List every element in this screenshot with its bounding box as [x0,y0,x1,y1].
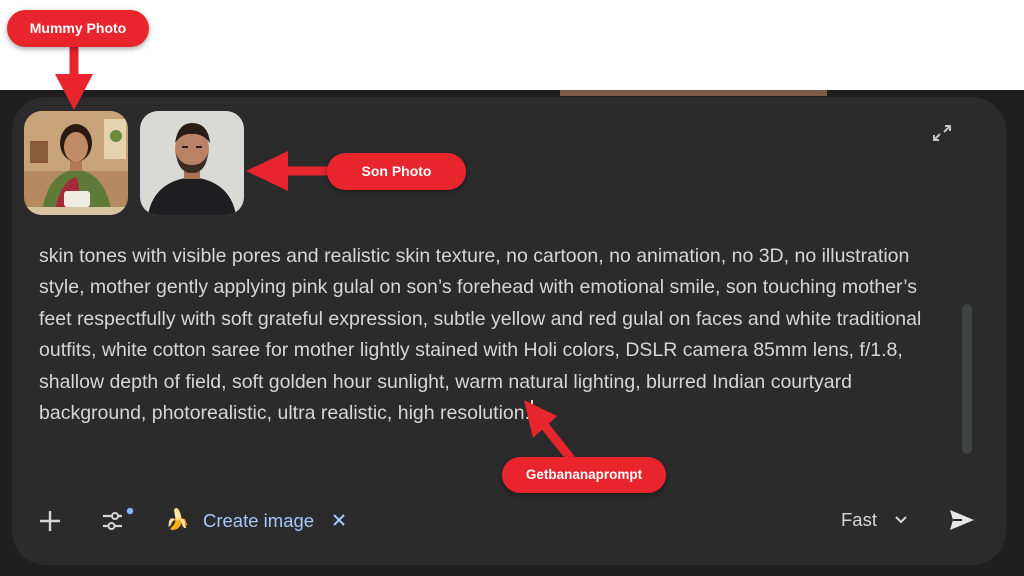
banana-icon: 🍌 [165,509,190,531]
close-icon[interactable] [331,512,347,528]
attachment-son-photo[interactable] [140,111,244,215]
model-selector[interactable]: Fast [841,508,877,532]
prompt-text: skin tones with visible pores and realis… [39,245,922,425]
chevron-down-icon[interactable] [893,513,909,525]
send-button[interactable] [947,506,977,534]
tools-button[interactable] [100,507,136,535]
text-caret [531,400,534,425]
add-attachment-button[interactable] [37,508,63,534]
collapse-arrows-icon[interactable] [932,124,952,142]
send-icon [950,510,974,530]
create-image-chip[interactable]: Create image [203,509,314,533]
background-photo-strip [560,90,827,96]
prompt-input[interactable]: skin tones with visible pores and realis… [39,241,954,429]
top-white-area [0,0,1024,90]
portrait-woman-saree-icon [24,111,128,215]
portrait-man-beard-icon [140,111,244,215]
text-scrollbar[interactable] [962,304,972,454]
tools-sliders-icon [103,507,134,530]
attachment-mummy-photo[interactable] [24,111,128,215]
plus-icon [40,511,60,531]
indicator-dot [126,507,134,515]
